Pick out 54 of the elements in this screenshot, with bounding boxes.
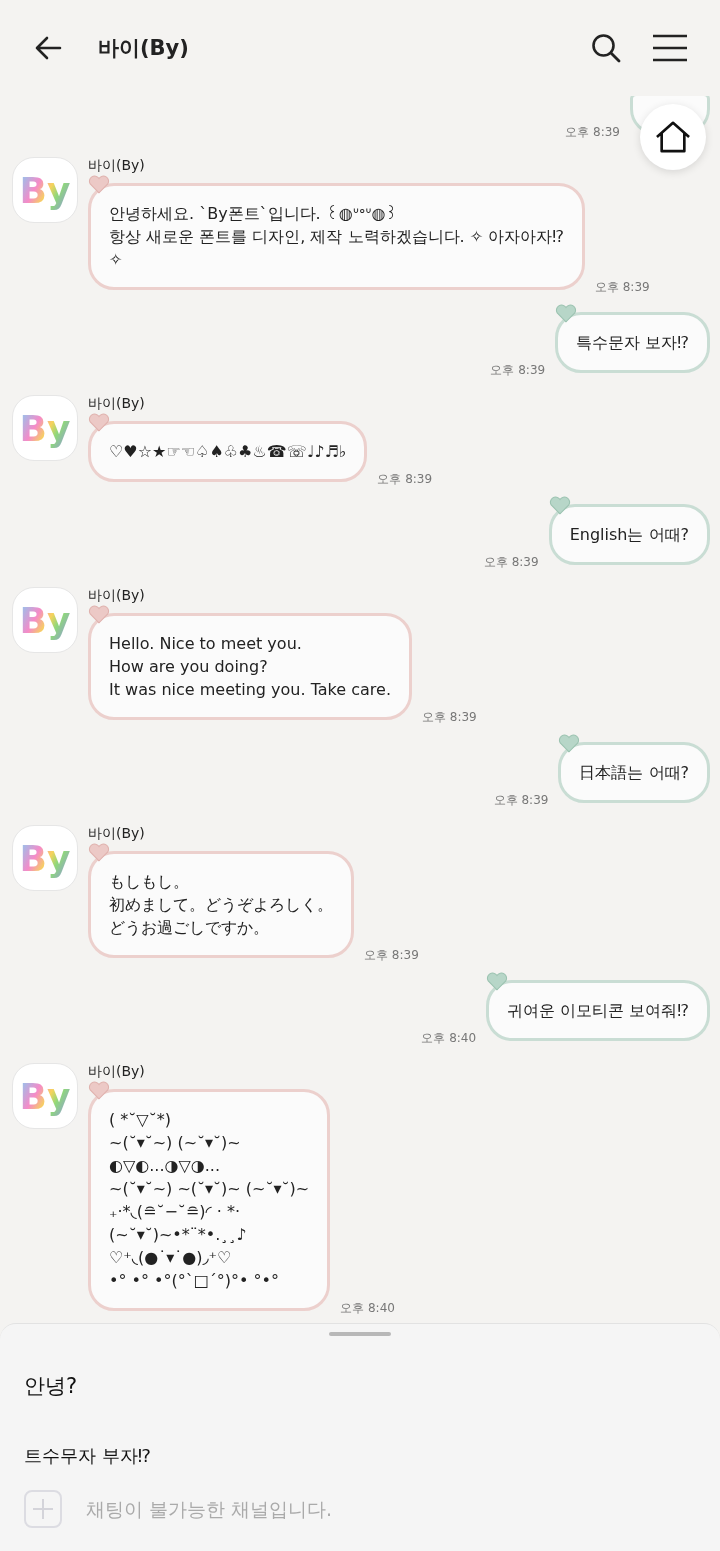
home-icon [654, 120, 692, 154]
message-text: 항상 새로운 폰트를 디자인, 제작 노력하겠습니다. ✧ 아자아자⁉ [109, 226, 564, 248]
sender-name: 바이(By) [88, 157, 146, 175]
message-text: ( *˘▽˘*) [109, 1109, 172, 1131]
message-text: Hello. Nice to meet you. [109, 633, 303, 655]
message-time: 오후 8:40 [421, 1030, 477, 1047]
message-time: 오후 8:39 [490, 362, 546, 379]
message-text: どうお過ごしですか。 [109, 917, 270, 939]
message-time: 오후 8:39 [493, 792, 549, 809]
avatar[interactable]: By [12, 157, 78, 223]
message-time: 오후 8:39 [594, 279, 650, 296]
chat-title: 바이(By) [98, 35, 189, 62]
quick-reply[interactable]: 트수무자 부자⁉ [24, 1444, 151, 1468]
home-button[interactable] [640, 104, 706, 170]
message-time: 오후 8:39 [565, 124, 620, 141]
avatar[interactable]: By [12, 395, 78, 461]
menu-icon[interactable] [652, 34, 688, 62]
message-text: ~(˘▾˘~) (~˘▾˘)~ [109, 1132, 242, 1154]
message-time: 오후 8:40 [340, 1300, 395, 1317]
message-text: It was nice meeting you. Take care. [109, 679, 391, 701]
message-text: 귀여운 이모티콘 보여줘⁉ [507, 1000, 689, 1022]
message-text: 특수문자 보자⁉ [576, 332, 689, 354]
message-text: 日本語는 어때? [579, 762, 689, 784]
message-text: もしもし。 [109, 871, 190, 893]
message-text: ♡♥☆★☞☜♤♠♧♣♨☎☏♩♪♬♭ [109, 441, 347, 463]
message-text: ✧ [109, 249, 124, 271]
sender-name: 바이(By) [88, 1063, 146, 1081]
avatar[interactable]: By [12, 825, 78, 891]
message-text: ♡⁺◟(●˙▾˙●)◞⁺♡ [109, 1247, 233, 1269]
sender-name: 바이(By) [88, 825, 146, 843]
message-time: 오후 8:39 [377, 471, 433, 488]
message-time: 오후 8:39 [364, 947, 419, 964]
heart-icon [486, 971, 509, 991]
sender-name: 바이(By) [88, 395, 146, 413]
message-time: 오후 8:39 [421, 709, 477, 726]
message-time: 오후 8:39 [483, 554, 539, 571]
heart-icon [548, 495, 571, 515]
sheet-handle[interactable] [329, 1332, 391, 1336]
avatar[interactable]: By [12, 587, 78, 653]
message-text: ~(˘▾˘~) ~(˘▾˘)~ (~˘▾˘)~ [109, 1178, 310, 1200]
message-text: English는 어때? [569, 524, 689, 546]
message-text: •° •° •°(°`□´°)°• °•° [109, 1270, 281, 1292]
message-text: ₊·*◟(≘˘−˘≘)◜ · *· [109, 1201, 241, 1223]
heart-icon [555, 303, 578, 323]
search-icon[interactable] [590, 32, 622, 64]
quick-reply[interactable]: 안녕? [24, 1372, 78, 1400]
message-text: 初めまして。どうぞよろしく。 [109, 894, 333, 916]
message-text: ◐▽◐...◑▽◑... [109, 1155, 221, 1177]
message-text: 안녕하세요. `By폰트`입니다. ꒰◍ᐡᐤᐡ◍꒱ [109, 203, 400, 225]
sender-name: 바이(By) [88, 587, 146, 605]
message-text: How are you doing? [109, 656, 269, 678]
message-text: (~˘▾˘)~•*¨*•.¸¸♪ [109, 1224, 248, 1246]
heart-icon [558, 733, 581, 753]
avatar[interactable]: By [12, 1063, 78, 1129]
